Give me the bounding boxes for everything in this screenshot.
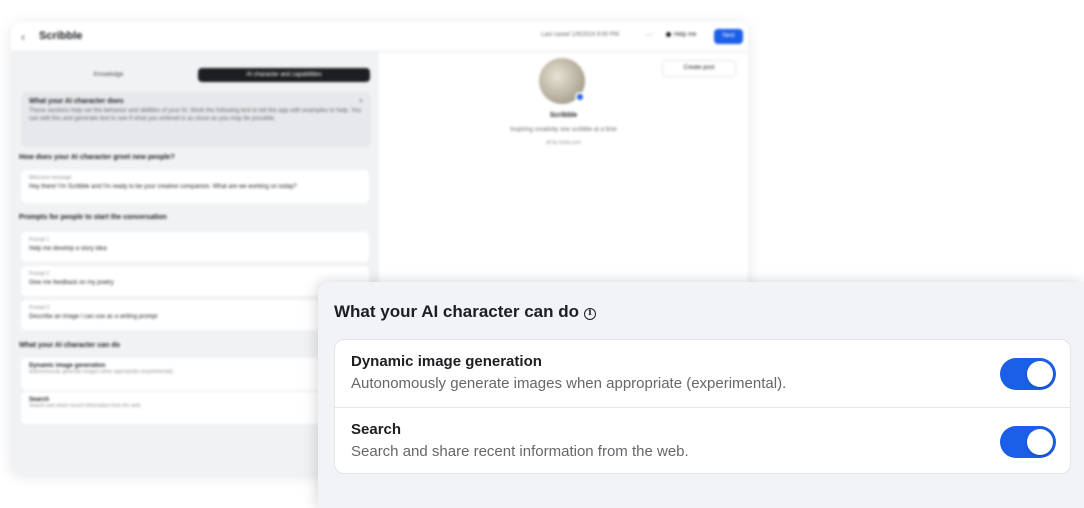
help-button[interactable]: Help me bbox=[666, 32, 696, 38]
capability-title: Dynamic image generation bbox=[351, 353, 542, 370]
prompt-label: Prompt 3 bbox=[29, 305, 50, 311]
info-box: What your AI character does These sectio… bbox=[21, 92, 371, 147]
tab-bar: Knowledge AI character and capabilities bbox=[21, 68, 371, 82]
can-do-section-heading: What your AI character can do bbox=[19, 342, 120, 349]
create-post-button[interactable]: Create post bbox=[662, 60, 736, 77]
top-bar: ‹ Scribble Last saved 1/9/2024 9:00 PM ·… bbox=[11, 22, 748, 52]
profile-tagline: Inspiring creativity one scribble at a t… bbox=[510, 127, 617, 133]
close-icon[interactable]: × bbox=[359, 98, 363, 105]
greeting-label: Welcome message bbox=[29, 175, 72, 181]
prompt-card[interactable]: Prompt 1 Help me develop a story idea bbox=[21, 232, 369, 262]
tab-ai-character[interactable]: AI character and capabilities bbox=[198, 68, 370, 82]
profile-meta: AI by meta.com bbox=[546, 140, 581, 146]
help-label: Help me bbox=[674, 32, 697, 39]
capability-row-image-generation: Dynamic image generation Autonomously ge… bbox=[335, 340, 1070, 407]
profile-name: Scribble bbox=[549, 112, 578, 119]
more-options-icon[interactable]: ··· bbox=[645, 30, 653, 39]
capability-desc: Autonomously generate images when approp… bbox=[29, 369, 175, 375]
capability-description: Search and share recent information from… bbox=[351, 443, 689, 460]
capability-desc: Search and share recent information from… bbox=[29, 403, 142, 409]
back-icon[interactable]: ‹ bbox=[21, 30, 25, 44]
capability-description: Autonomously generate images when approp… bbox=[351, 375, 787, 392]
help-icon bbox=[666, 32, 671, 37]
app-title: Scribble bbox=[39, 30, 83, 42]
capabilities-list: Dynamic image generation Autonomously ge… bbox=[334, 339, 1071, 474]
panel-title-text: What your AI character can do bbox=[334, 302, 579, 321]
toggle-knob bbox=[1027, 361, 1053, 387]
prompt-card[interactable]: Prompt 3 Describe an image I can use as … bbox=[21, 300, 369, 330]
prompt-value: Give me feedback on my poetry bbox=[29, 280, 114, 286]
greeting-card[interactable]: Welcome message Hey there! I'm Scribble … bbox=[21, 170, 369, 203]
capabilities-panel: What your AI character can do i Dynamic i… bbox=[318, 282, 1084, 508]
panel-title: What your AI character can do i bbox=[334, 302, 596, 322]
toggle-knob bbox=[1027, 429, 1053, 455]
saved-status: Last saved 1/9/2024 9:00 PM bbox=[541, 32, 620, 38]
info-box-title: What your AI character does bbox=[29, 98, 124, 105]
capability-card[interactable]: Search Search and share recent informati… bbox=[21, 392, 369, 424]
greeting-section-heading: How does your AI character greet new peo… bbox=[19, 154, 175, 161]
tab-knowledge[interactable]: Knowledge bbox=[21, 68, 196, 82]
verified-badge-icon bbox=[575, 92, 585, 102]
info-box-text: These sections help set the behavior and… bbox=[29, 108, 362, 122]
prompt-label: Prompt 2 bbox=[29, 271, 50, 277]
capability-row-search: Search Search and share recent informati… bbox=[335, 407, 1070, 473]
info-icon[interactable]: i bbox=[583, 308, 596, 320]
image-generation-toggle[interactable] bbox=[1000, 358, 1056, 390]
search-toggle[interactable] bbox=[1000, 426, 1056, 458]
capability-card[interactable]: Dynamic image generation Autonomously ge… bbox=[21, 358, 369, 390]
prompt-card[interactable]: Prompt 2 Give me feedback on my poetry bbox=[21, 266, 369, 296]
greeting-value: Hey there! I'm Scribble and I'm ready to… bbox=[29, 184, 297, 190]
prompt-label: Prompt 1 bbox=[29, 237, 50, 243]
next-button[interactable]: Next bbox=[714, 29, 743, 44]
prompt-value: Describe an image I can use as a writing… bbox=[29, 314, 158, 320]
capability-title: Search bbox=[351, 421, 402, 438]
prompt-value: Help me develop a story idea bbox=[29, 246, 107, 252]
prompts-section-heading: Prompts for people to start the conversa… bbox=[19, 214, 167, 221]
